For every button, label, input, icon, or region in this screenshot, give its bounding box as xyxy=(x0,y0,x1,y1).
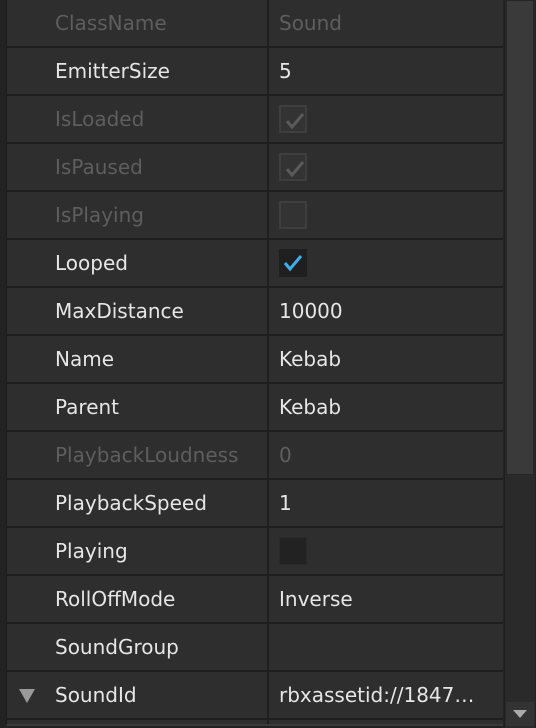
property-name-label: SoundId xyxy=(55,683,137,707)
property-value xyxy=(269,96,503,142)
property-name: MaxDistance xyxy=(7,288,269,334)
property-checkbox xyxy=(279,105,307,133)
property-name: Playing xyxy=(7,528,269,574)
property-row[interactable]: IsPaused xyxy=(7,144,503,192)
property-name-label: Playing xyxy=(55,539,128,563)
property-name-label: IsPaused xyxy=(55,155,143,179)
property-value[interactable] xyxy=(269,528,503,574)
checkmark-icon xyxy=(283,255,303,272)
property-row[interactable]: ClassName Sound xyxy=(7,0,503,48)
property-name: PlaybackLoudness xyxy=(7,432,269,478)
scrollbar-thumb[interactable] xyxy=(506,0,534,475)
property-row[interactable]: RollOffMode Inverse xyxy=(7,576,503,624)
property-name: ClassName xyxy=(7,0,269,46)
checkmark-icon xyxy=(285,161,305,178)
property-name-label: Parent xyxy=(55,395,120,419)
property-row[interactable]: Looped xyxy=(7,240,503,288)
property-row[interactable]: Parent Kebab xyxy=(7,384,503,432)
property-name-label: PlaybackSpeed xyxy=(55,491,207,515)
property-name-label: PlaybackLoudness xyxy=(55,443,239,467)
property-row[interactable]: IsLoaded xyxy=(7,96,503,144)
property-checkbox[interactable] xyxy=(279,249,307,277)
property-row[interactable]: PlaybackLoudness 0 xyxy=(7,432,503,480)
property-name-label: EmitterSize xyxy=(55,59,170,83)
property-row[interactable]: Name Kebab xyxy=(7,336,503,384)
property-row[interactable] xyxy=(7,720,503,724)
property-value[interactable]: Inverse xyxy=(269,576,503,622)
property-row[interactable]: SoundGroup xyxy=(7,624,503,672)
property-name: SoundGroup xyxy=(7,624,269,670)
property-value[interactable]: 5 xyxy=(269,48,503,94)
property-name: IsPlaying xyxy=(7,192,269,238)
property-value[interactable]: rbxassetid://1847… xyxy=(269,672,503,718)
property-name: PlaybackSpeed xyxy=(7,480,269,526)
property-name: SoundId xyxy=(7,672,269,718)
property-value xyxy=(269,144,503,190)
property-name: IsPaused xyxy=(7,144,269,190)
scroll-down-button[interactable] xyxy=(506,702,534,726)
property-name: RollOffMode xyxy=(7,576,269,622)
property-row[interactable]: SoundId rbxassetid://1847… xyxy=(7,672,503,720)
property-value[interactable] xyxy=(269,240,503,286)
property-value[interactable]: Kebab xyxy=(269,384,503,430)
property-name: Parent xyxy=(7,384,269,430)
property-name: EmitterSize xyxy=(7,48,269,94)
property-name-label: Looped xyxy=(55,251,128,275)
property-row[interactable]: MaxDistance 10000 xyxy=(7,288,503,336)
property-value: Sound xyxy=(279,11,342,35)
property-name-label: MaxDistance xyxy=(55,299,184,323)
property-name-label: RollOffMode xyxy=(55,587,176,611)
scrollbar[interactable] xyxy=(504,0,535,728)
property-name xyxy=(7,720,269,724)
property-value[interactable] xyxy=(269,624,503,670)
property-row[interactable]: IsPlaying xyxy=(7,192,503,240)
property-row[interactable]: PlaybackSpeed 1 xyxy=(7,480,503,528)
property-value: 0 xyxy=(279,443,292,467)
property-row[interactable]: Playing xyxy=(7,528,503,576)
property-value[interactable]: 1 xyxy=(269,480,503,526)
property-value[interactable]: 10000 xyxy=(269,288,503,334)
property-name-label: IsPlaying xyxy=(55,203,144,227)
property-checkbox[interactable] xyxy=(279,537,307,565)
property-name: IsLoaded xyxy=(7,96,269,142)
property-value[interactable] xyxy=(269,720,503,724)
property-value xyxy=(269,192,503,238)
property-value[interactable]: Kebab xyxy=(269,336,503,382)
property-name-label: Name xyxy=(55,347,115,371)
property-name-label: IsLoaded xyxy=(55,107,145,131)
property-name: Looped xyxy=(7,240,269,286)
property-name-label: SoundGroup xyxy=(55,635,179,659)
property-row[interactable]: EmitterSize 5 xyxy=(7,48,503,96)
expand-triangle-icon[interactable] xyxy=(19,689,35,703)
property-name: Name xyxy=(7,336,269,382)
properties-panel: ClassName Sound EmitterSize 5 IsLoaded IsPaus… xyxy=(6,0,503,726)
property-checkbox xyxy=(279,201,307,229)
property-name-label: ClassName xyxy=(55,11,167,35)
property-checkbox xyxy=(279,153,307,181)
checkmark-icon xyxy=(285,113,305,130)
